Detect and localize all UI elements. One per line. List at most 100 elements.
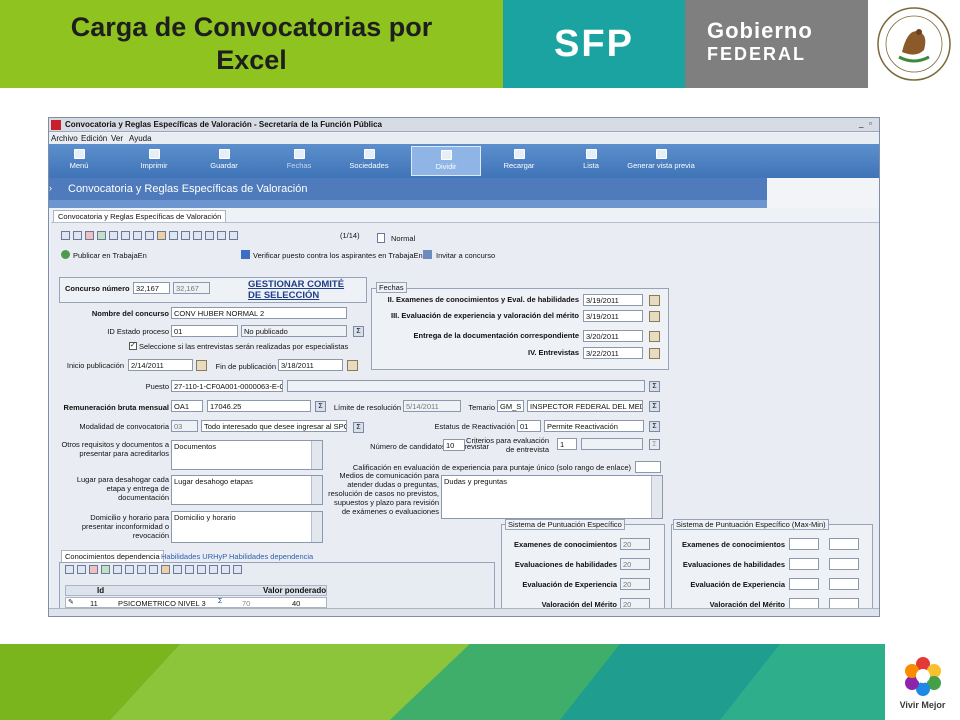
subtab-habilidades-dependencia[interactable]: Habilidades dependencia (227, 551, 315, 562)
calendar-icon[interactable] (649, 295, 660, 306)
subtab-habilidades-urhyp[interactable]: Habilidades URHyP (159, 551, 229, 562)
invite-link[interactable]: Invitar a concurso (436, 251, 495, 260)
attach-icon[interactable] (161, 565, 170, 575)
filter-lookup-icon[interactable]: Σ (649, 421, 660, 432)
paste-icon[interactable] (185, 565, 194, 575)
mm-habilidades-max-input[interactable] (789, 558, 819, 570)
normal-view-icon[interactable] (377, 233, 385, 243)
attach-icon[interactable] (157, 231, 166, 241)
filter-lookup-icon[interactable]: Σ (649, 439, 660, 450)
filter-lookup-icon[interactable]: Σ (353, 422, 364, 433)
concurso-number-input[interactable]: 32,167 (133, 282, 170, 294)
scrollbar[interactable] (311, 476, 322, 504)
filter-lookup-icon[interactable]: Σ (649, 381, 660, 392)
remuneracion-code-input[interactable]: OA1 (171, 400, 203, 412)
otros-requisitos-textarea[interactable]: Documentos (171, 440, 323, 470)
mm-habilidades-min-input[interactable] (829, 558, 859, 570)
fecha-entrevistas-input[interactable]: 3/22/2011 (583, 347, 643, 359)
estatus-code-input[interactable]: 01 (517, 420, 541, 432)
scrollbar[interactable] (311, 512, 322, 542)
punt-experiencia-input[interactable]: 20 (620, 578, 650, 590)
menu-edicion[interactable]: Edición (81, 134, 107, 143)
menu-archivo[interactable]: Archivo (51, 134, 78, 143)
modalidad-value-input[interactable]: Todo interesado que desee ingresar al SP… (201, 420, 347, 432)
gestionar-comite-link[interactable]: GESTIONAR COMITÉ DE SELECCIÓN (248, 279, 346, 301)
first-icon[interactable] (193, 231, 202, 241)
toolbar-dividir-button[interactable]: Dividir (411, 146, 481, 176)
find-icon[interactable] (145, 231, 154, 241)
fecha-entrega-input[interactable]: 3/20/2011 (583, 330, 643, 342)
temario-value-input[interactable]: INSPECTOR FEDERAL DEL MEDI (527, 400, 643, 412)
undo-icon[interactable] (97, 231, 106, 241)
calendar-icon[interactable] (649, 348, 660, 359)
mm-experiencia-max-input[interactable] (789, 578, 819, 590)
publish-trabajaen-link[interactable]: Publicar en TrabajaEn (73, 251, 147, 260)
prev-icon[interactable] (205, 231, 214, 241)
filter-lookup-icon[interactable]: Σ (218, 598, 222, 605)
toolbar-guardar-button[interactable]: Guardar (194, 146, 254, 176)
estatus-value-input[interactable]: Permite Reactivación (544, 420, 644, 432)
menu-ayuda[interactable]: Ayuda (129, 134, 152, 143)
copy-icon[interactable] (173, 565, 182, 575)
normal-view-label[interactable]: Normal (391, 234, 415, 243)
puesto-input[interactable]: 27-110-1-CF0A001-0000063-E-C-P (171, 380, 283, 392)
domicilio-textarea[interactable]: Domicilio y horario (171, 511, 323, 543)
last-icon[interactable] (229, 231, 238, 241)
publish-icon[interactable] (61, 250, 70, 259)
calendar-icon[interactable] (649, 311, 660, 322)
prev-icon[interactable] (209, 565, 218, 575)
remuneracion-value-input[interactable]: 17046.25 (207, 400, 311, 412)
calendar-icon[interactable] (347, 360, 358, 371)
calendar-icon[interactable] (649, 331, 660, 342)
toolbar-fechas-button[interactable]: Fechas (269, 146, 329, 176)
verify-icon[interactable] (241, 250, 250, 259)
delete-icon[interactable] (89, 565, 98, 575)
filter-lookup-icon[interactable]: Σ (649, 401, 660, 412)
menu-ver[interactable]: Ver (111, 134, 123, 143)
next-icon[interactable] (217, 231, 226, 241)
mm-examenes-max-input[interactable] (789, 538, 819, 550)
fecha-examenes-input[interactable]: 3/19/2011 (583, 294, 643, 306)
criterios-input[interactable]: 1 (557, 438, 577, 450)
last-icon[interactable] (233, 565, 242, 575)
new-record-icon[interactable] (73, 231, 82, 241)
delete-icon[interactable] (85, 231, 94, 241)
fecha-experiencia-input[interactable]: 3/19/2011 (583, 310, 643, 322)
mm-experiencia-min-input[interactable] (829, 578, 859, 590)
verify-link[interactable]: Verificar puesto contra los aspirantes e… (253, 251, 423, 260)
filter-clear-icon[interactable] (121, 231, 130, 241)
punt-habilidades-input[interactable]: 20 (620, 558, 650, 570)
medios-textarea[interactable]: Dudas y preguntas (441, 475, 663, 519)
toolbar-vista-previa-button[interactable]: Generar vista previa (619, 146, 703, 176)
toolbar-menu-button[interactable]: Menú (49, 146, 109, 176)
calificacion-input[interactable] (635, 461, 661, 473)
scrollbar[interactable] (651, 476, 662, 518)
filter-lookup-icon[interactable]: Σ (315, 401, 326, 412)
sort-icon[interactable] (137, 565, 146, 575)
restore-icon[interactable]: ▫ (869, 119, 872, 128)
inicio-publicacion-input[interactable]: 2/14/2011 (128, 359, 193, 371)
toolbar-lista-button[interactable]: Lista (561, 146, 621, 176)
next-icon[interactable] (221, 565, 230, 575)
new-record-icon[interactable] (77, 565, 86, 575)
punt-examenes-input[interactable]: 20 (620, 538, 650, 550)
copy-icon[interactable] (169, 231, 178, 241)
invite-icon[interactable] (423, 250, 432, 259)
undo-icon[interactable] (101, 565, 110, 575)
filter-icon[interactable] (109, 231, 118, 241)
toolbar-sociedades-button[interactable]: Sociedades (339, 146, 399, 176)
fin-publicacion-input[interactable]: 3/18/2011 (278, 359, 343, 371)
toolbar-imprimir-button[interactable]: Imprimir (124, 146, 184, 176)
sort-icon[interactable] (133, 231, 142, 241)
paste-icon[interactable] (181, 231, 190, 241)
filter-clear-icon[interactable] (125, 565, 134, 575)
calendar-icon[interactable] (196, 360, 207, 371)
filter-icon[interactable] (113, 565, 122, 575)
lugar-textarea[interactable]: Lugar desahogo etapas (171, 475, 323, 505)
nombre-concurso-input[interactable]: CONV HUBER NORMAL 2 (171, 307, 347, 319)
first-icon[interactable] (197, 565, 206, 575)
grid-icon[interactable] (61, 231, 70, 241)
grid-icon[interactable] (65, 565, 74, 575)
toolbar-recargar-button[interactable]: Recargar (489, 146, 549, 176)
find-icon[interactable] (149, 565, 158, 575)
